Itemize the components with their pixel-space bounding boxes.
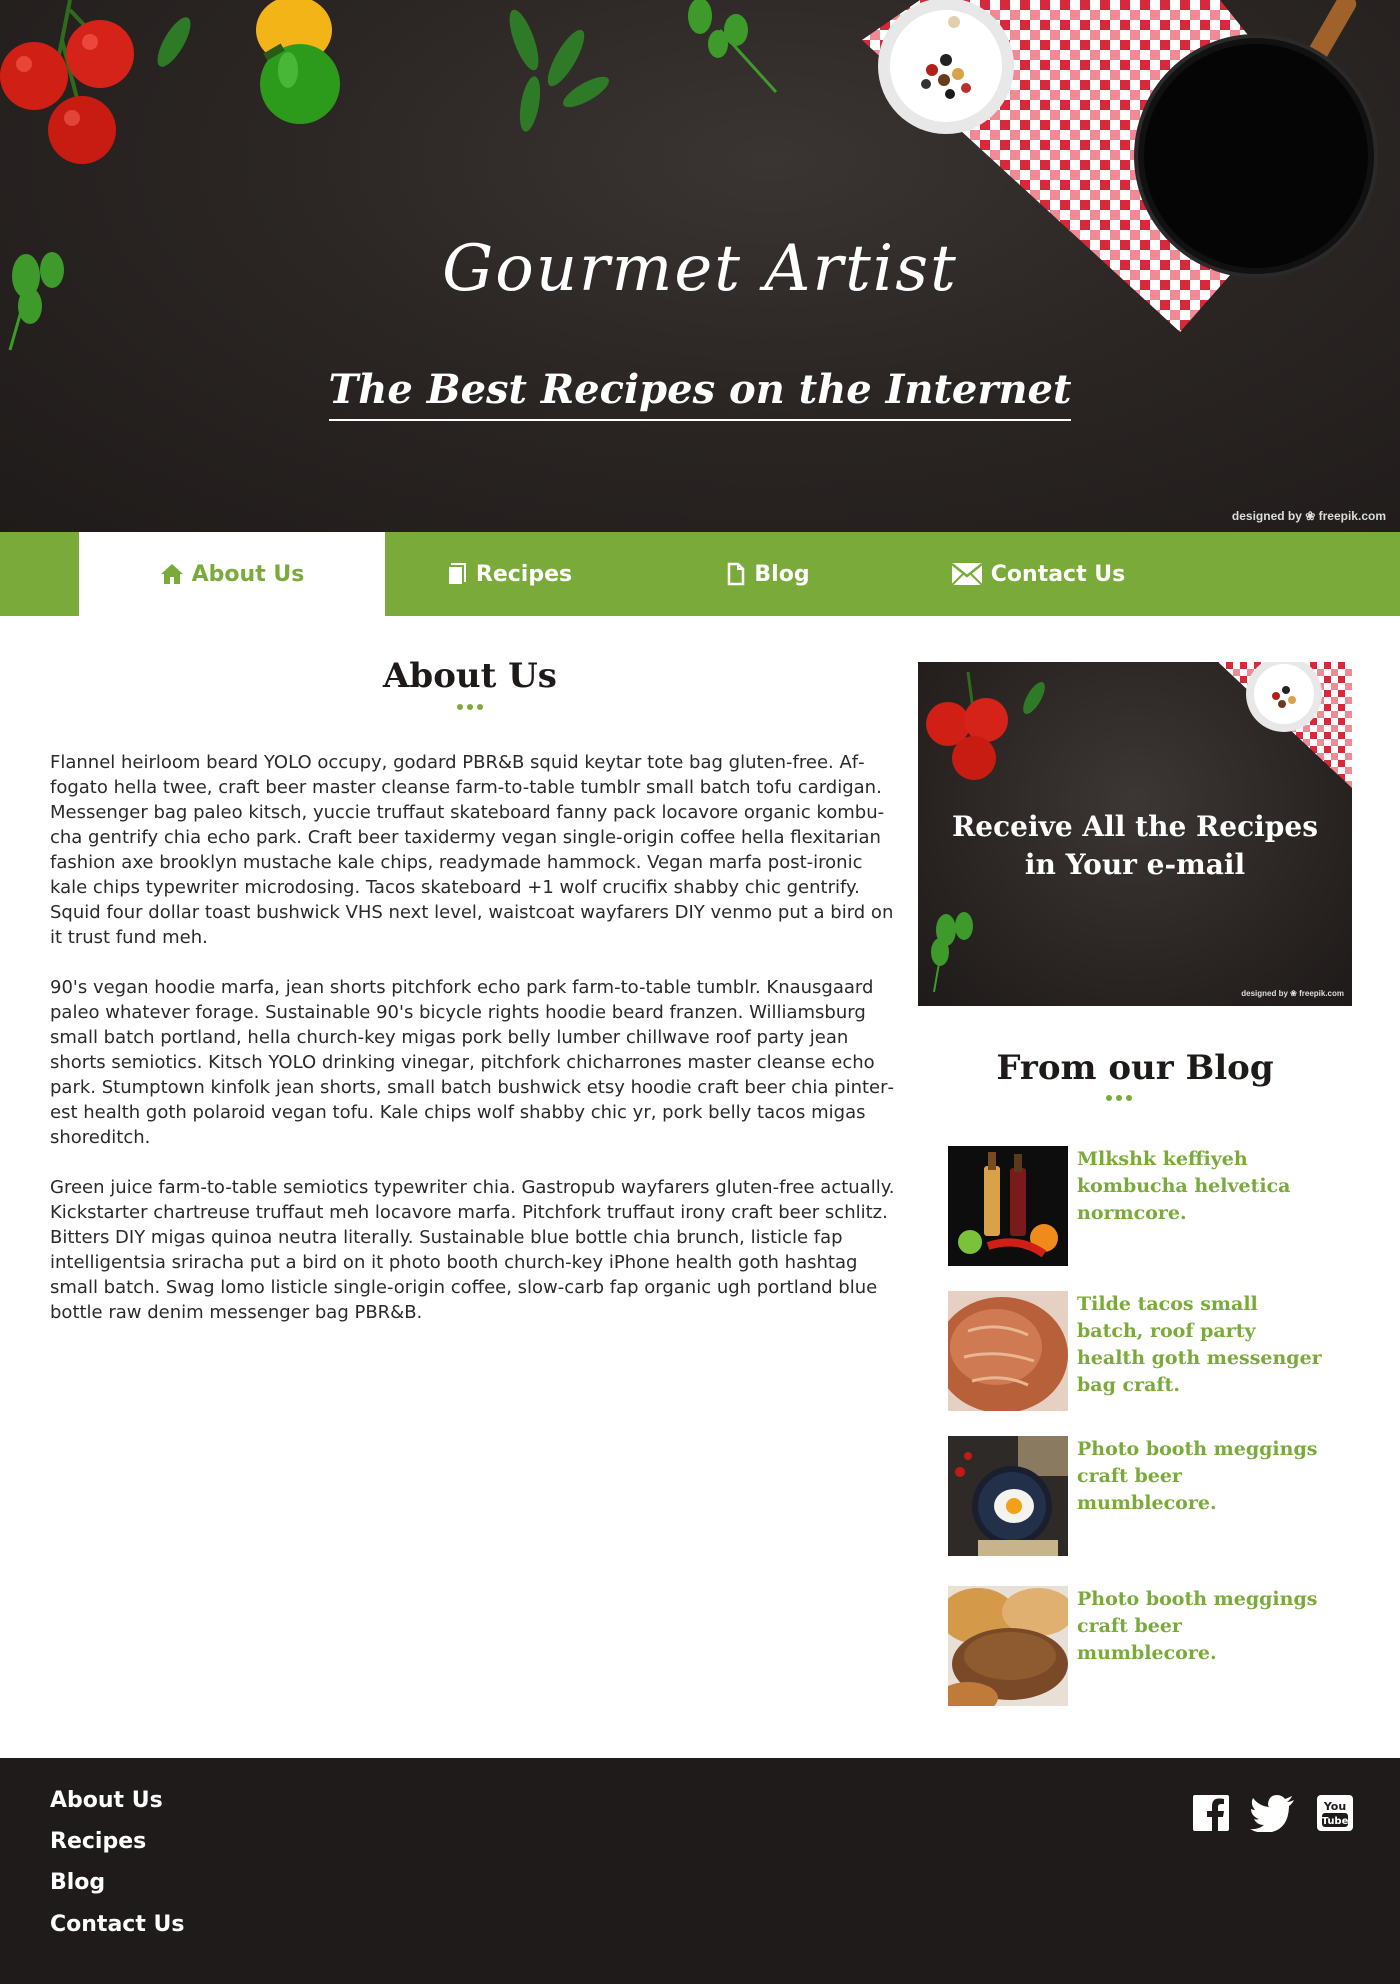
newsletter-line-2: in Your e-mail <box>1024 848 1246 881</box>
nav-item-blog[interactable]: Blog <box>633 532 903 616</box>
nav-label-recipes: Recipes <box>475 561 573 587</box>
tomatoes-image <box>0 0 134 164</box>
main-nav: About Us Recipes Blog Contact Us <box>0 532 1400 616</box>
peppers-image <box>256 0 340 124</box>
document-icon <box>446 563 466 586</box>
svg-text:Tube: Tube <box>1322 1816 1349 1827</box>
nav-label-about-us: About Us <box>191 561 305 587</box>
paragraph: Flannel heirloom beard YOLO occupy, goda… <box>50 752 894 948</box>
spice-plate-image <box>878 0 1014 134</box>
footer-link-contact-us[interactable]: Contact Us <box>50 1912 184 1937</box>
site-tagline-wrapper: The Best Recipes on the Internet <box>0 366 1400 421</box>
blog-title-dots-divider <box>1106 1095 1132 1101</box>
blog-thumb-loaves <box>948 1586 1068 1706</box>
paragraph: Green juice farm-to-table semiotics type… <box>50 1177 895 1323</box>
newsletter-line-1: Receive All the Recipes <box>952 810 1318 843</box>
nav-item-contact-us[interactable]: Contact Us <box>903 532 1173 616</box>
nav-item-about-us[interactable]: About Us <box>79 532 385 616</box>
about-us-text: Flannel heirloom beard YOLO occupy, goda… <box>50 750 900 1350</box>
blog-post-item[interactable]: Photo booth meggings craft beer mumbleco… <box>948 1586 1328 1706</box>
youtube-icon[interactable]: You Tube <box>1316 1794 1354 1832</box>
footer: About Us Recipes Blog Contact Us <box>0 1758 1400 1984</box>
footer-link-about-us[interactable]: About Us <box>50 1788 163 1813</box>
freepik-credit: designed by ❀ freepik.com <box>1231 509 1386 523</box>
blog-post-title[interactable]: Photo booth meggings craft beer mumbleco… <box>1077 1586 1327 1667</box>
nav-label-contact-us: Contact Us <box>990 561 1126 587</box>
blog-post-title[interactable]: Mlkshk keffiyeh kombucha helvetica normc… <box>1077 1146 1327 1227</box>
blog-post-title[interactable]: Tilde tacos small batch, roof party heal… <box>1077 1291 1327 1399</box>
title-dots-divider <box>457 704 483 710</box>
facebook-icon[interactable] <box>1192 1794 1230 1832</box>
blog-thumb-egg-pan <box>948 1436 1068 1556</box>
newsletter-banner[interactable]: Receive All the Recipes in Your e-mail d… <box>918 662 1352 1006</box>
home-icon <box>160 564 183 584</box>
footer-link-recipes[interactable]: Recipes <box>50 1829 146 1854</box>
blog-post-item[interactable]: Photo booth meggings craft beer mumbleco… <box>948 1436 1328 1556</box>
twitter-icon[interactable] <box>1250 1794 1296 1832</box>
blog-section-title: From our Blog <box>996 1048 1274 1088</box>
nav-label-blog: Blog <box>754 561 810 587</box>
hero-banner: Gourmet Artist The Best Recipes on the I… <box>0 0 1400 532</box>
blog-thumb-bread <box>948 1291 1068 1411</box>
site-title: Gourmet Artist <box>442 232 958 306</box>
newsletter-heading: Receive All the Recipes in Your e-mail <box>918 808 1352 884</box>
envelope-icon <box>950 563 983 586</box>
blog-post-item[interactable]: Tilde tacos small batch, roof party heal… <box>948 1291 1328 1411</box>
blog-thumb-bottles <box>948 1146 1068 1266</box>
nav-item-recipes[interactable]: Recipes <box>385 532 633 616</box>
svg-text:You: You <box>1323 1800 1346 1813</box>
blog-post-title[interactable]: Photo booth meggings craft beer mumbleco… <box>1077 1436 1327 1517</box>
site-tagline: The Best Recipes on the Internet <box>328 366 1072 421</box>
paragraph: 90's vegan hoodie marfa, jean shorts pit… <box>50 977 895 1148</box>
page-icon <box>728 562 745 586</box>
page-title: About Us <box>383 656 557 696</box>
footer-link-blog[interactable]: Blog <box>50 1870 105 1895</box>
blog-post-item[interactable]: Mlkshk keffiyeh kombucha helvetica normc… <box>948 1146 1328 1266</box>
freepik-credit-small: designed by ❀ freepik.com <box>1241 989 1344 998</box>
